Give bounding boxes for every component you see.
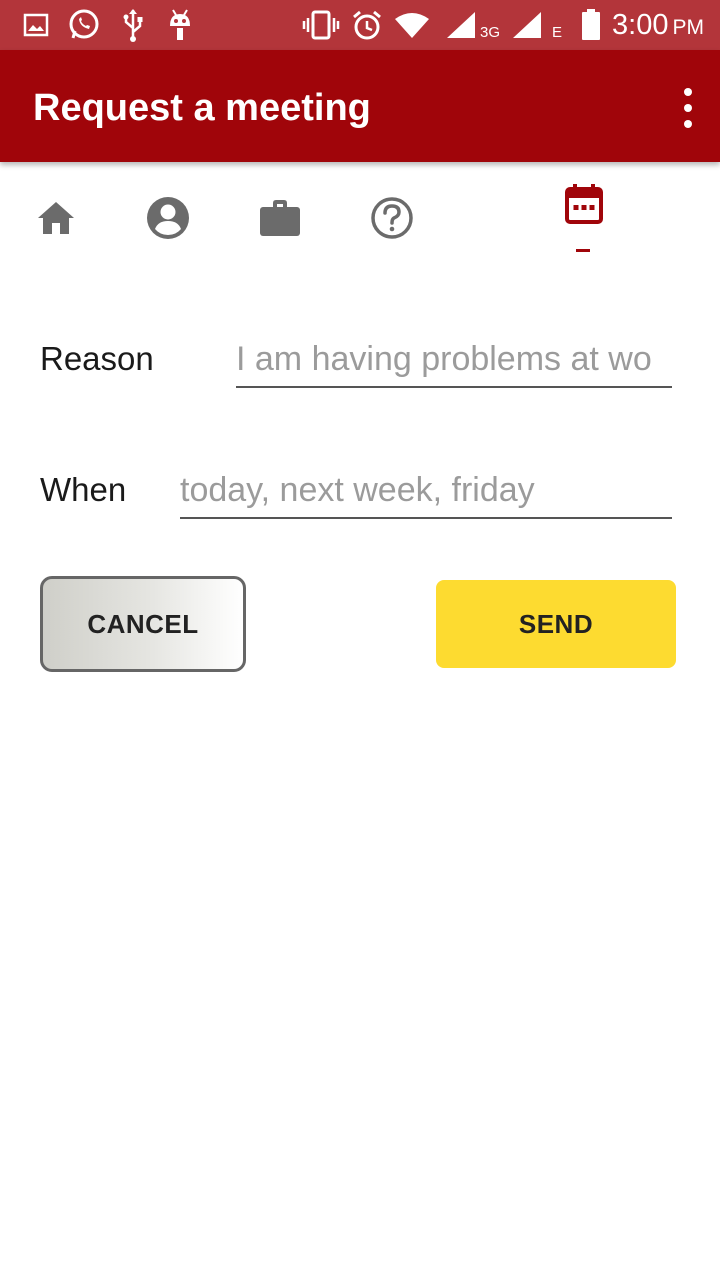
android-debug-icon — [166, 8, 194, 42]
help-icon — [371, 197, 413, 239]
active-tab-indicator — [576, 249, 590, 252]
when-label: When — [40, 471, 127, 508]
send-button[interactable]: SEND — [436, 580, 676, 668]
signal-icon — [444, 8, 478, 42]
signal-icon-2 — [510, 8, 544, 42]
reason-input[interactable] — [236, 338, 672, 388]
briefcase-icon — [260, 200, 300, 236]
tab-bar — [0, 162, 720, 262]
tab-home[interactable] — [24, 186, 88, 250]
tab-meeting[interactable] — [552, 172, 616, 236]
more-vert-icon[interactable] — [682, 88, 694, 128]
home-icon — [38, 202, 74, 234]
clock-ampm: PM — [672, 16, 705, 39]
image-icon — [22, 8, 50, 42]
app-bar: Request a meeting — [0, 50, 720, 162]
whatsapp-icon — [66, 8, 102, 42]
battery-icon — [580, 8, 602, 42]
vibrate-icon — [302, 8, 340, 42]
tab-profile[interactable] — [136, 186, 200, 250]
network-e-label: E — [552, 24, 563, 41]
when-input[interactable] — [180, 469, 672, 519]
status-bar: 3G E 3:00 PM — [0, 0, 720, 50]
alarm-icon — [350, 8, 384, 42]
tab-work[interactable] — [248, 186, 312, 250]
tab-help[interactable] — [360, 186, 424, 250]
wifi-icon — [394, 8, 430, 42]
status-clock: 3:00 PM — [612, 6, 704, 44]
calendar-icon — [565, 184, 603, 224]
clock-time: 3:00 — [612, 9, 669, 41]
reason-label: Reason — [40, 340, 154, 377]
account-circle-icon — [147, 197, 189, 239]
page-title: Request a meeting — [33, 87, 371, 129]
cancel-button[interactable]: CANCEL — [40, 576, 246, 672]
usb-icon — [120, 8, 146, 42]
network-3g-label: 3G — [480, 24, 501, 41]
